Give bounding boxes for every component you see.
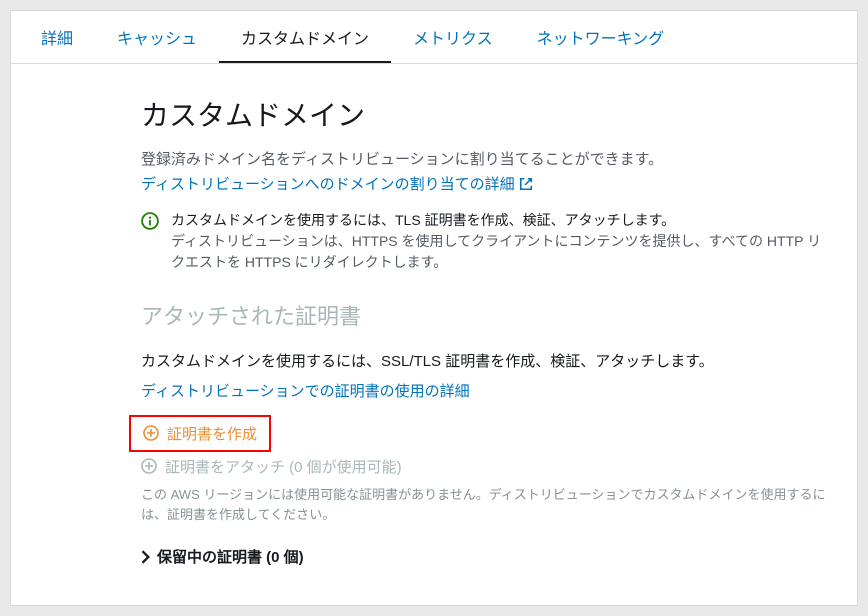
- attach-cert-label: 証明書をアタッチ (0 個が使用可能): [165, 456, 402, 477]
- pending-cert-label: 保留中の証明書 (0 個): [157, 546, 304, 567]
- chevron-right-icon: [141, 550, 151, 564]
- no-cert-footnote: この AWS リージョンには使用可能な証明書がありません。ディストリビューション…: [141, 485, 831, 524]
- info-text-primary: カスタムドメインを使用するには、TLS 証明書を作成、検証、アタッチします。: [171, 210, 831, 231]
- attached-cert-heading: アタッチされた証明書: [141, 299, 831, 331]
- tab-details[interactable]: 詳細: [19, 11, 95, 63]
- info-box: カスタムドメインを使用するには、TLS 証明書を作成、検証、アタッチします。 デ…: [141, 210, 831, 273]
- attached-cert-description: カスタムドメインを使用するには、SSL/TLS 証明書を作成、検証、アタッチしま…: [141, 351, 831, 374]
- page-title: カスタムドメイン: [141, 94, 831, 134]
- cert-usage-link[interactable]: ディストリビューションでの証明書の使用の詳細: [141, 380, 470, 401]
- create-cert-button[interactable]: 証明書を作成: [129, 415, 271, 452]
- page-subtitle: 登録済みドメイン名をディストリビューションに割り当てることができます。: [141, 148, 831, 169]
- tab-custom-domain[interactable]: カスタムドメイン: [219, 11, 391, 63]
- external-link-icon: [519, 177, 533, 191]
- info-icon: [141, 212, 159, 230]
- assign-domain-link-text: ディストリビューションへのドメインの割り当ての詳細: [141, 173, 515, 194]
- cert-usage-link-text: ディストリビューションでの証明書の使用の詳細: [141, 380, 470, 401]
- plus-icon-disabled: [141, 458, 157, 474]
- main-content: カスタムドメイン 登録済みドメイン名をディストリビューションに割り当てることがで…: [11, 64, 831, 567]
- tab-bar: 詳細 キャッシュ カスタムドメイン メトリクス ネットワーキング: [11, 11, 857, 64]
- create-cert-label: 証明書を作成: [167, 423, 257, 444]
- info-text-secondary: ディストリビューションは、HTTPS を使用してクライアントにコンテンツを提供し…: [171, 231, 831, 273]
- tab-metrics[interactable]: メトリクス: [391, 11, 515, 63]
- attach-cert-button: 証明書をアタッチ (0 個が使用可能): [141, 456, 402, 477]
- cert-actions: 証明書を作成 証明書をアタッチ (0 個が使用可能) この AWS リージョンに…: [141, 415, 831, 525]
- tab-cache[interactable]: キャッシュ: [95, 11, 219, 63]
- plus-icon: [143, 425, 159, 441]
- tab-networking[interactable]: ネットワーキング: [515, 11, 687, 63]
- pending-cert-toggle[interactable]: 保留中の証明書 (0 個): [141, 546, 304, 567]
- assign-domain-link[interactable]: ディストリビューションへのドメインの割り当ての詳細: [141, 173, 533, 194]
- page-container: 詳細 キャッシュ カスタムドメイン メトリクス ネットワーキング カスタムドメイ…: [10, 10, 858, 606]
